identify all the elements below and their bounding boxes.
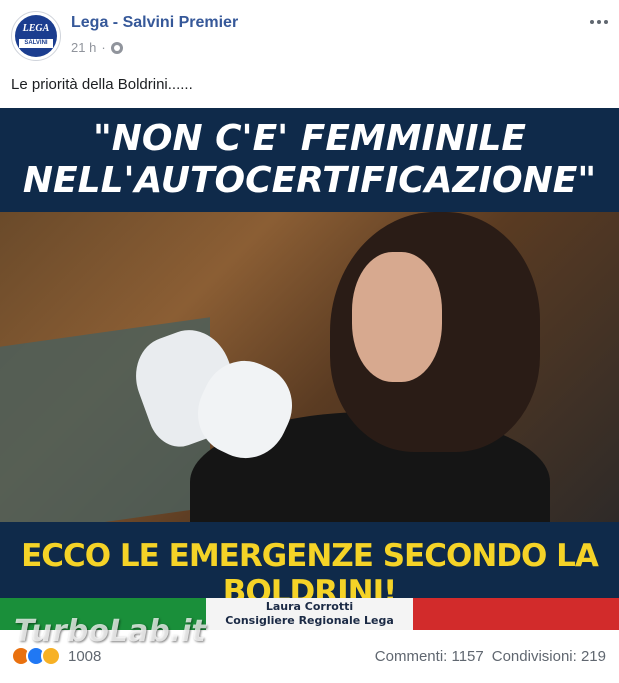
page-name-link[interactable]: Lega - Salvini Premier bbox=[71, 14, 238, 32]
quote-line-2: NELL'AUTOCERTIFICAZIONE" bbox=[22, 160, 597, 201]
sad-icon bbox=[41, 646, 61, 666]
globe-icon bbox=[110, 41, 123, 54]
signer-name: Laura Corrotti bbox=[265, 600, 354, 613]
reaction-count: 1008 bbox=[68, 647, 102, 665]
engagement-counts: Commenti: 1157 Condivisioni: 219 bbox=[375, 648, 606, 665]
meta-separator: · bbox=[101, 40, 106, 55]
person-face bbox=[352, 252, 442, 382]
page-avatar[interactable]: LEGA SALVINI bbox=[11, 11, 61, 61]
post-caption: Le priorità della Boldrini...... bbox=[11, 76, 193, 93]
headline-banner: ECCO LE EMERGENZE SECONDO LA BOLDRINI! bbox=[0, 522, 619, 610]
lega-logo: LEGA SALVINI bbox=[15, 15, 57, 57]
flag-white: Laura Corrotti Consigliere Regionale Leg… bbox=[206, 598, 413, 630]
more-options-icon[interactable] bbox=[586, 12, 612, 32]
quote-banner: "NON C'E' FEMMINILE NELL'AUTOCERTIFICAZI… bbox=[0, 108, 619, 212]
post-header: LEGA SALVINI Lega - Salvini Premier 21 h… bbox=[0, 0, 619, 70]
comments-count[interactable]: Commenti: 1157 bbox=[375, 648, 484, 665]
post-time[interactable]: 21 h bbox=[71, 40, 96, 55]
photo bbox=[0, 212, 619, 552]
reactions-summary[interactable]: 1008 bbox=[11, 646, 101, 666]
quote-line-1: "NON C'E' FEMMINILE bbox=[92, 118, 527, 159]
post-image[interactable]: "NON C'E' FEMMINILE NELL'AUTOCERTIFICAZI… bbox=[0, 108, 619, 630]
avatar-text: LEGA bbox=[22, 23, 50, 34]
avatar-subtext: SALVINI bbox=[19, 39, 53, 48]
shares-count[interactable]: Condivisioni: 219 bbox=[492, 648, 606, 665]
watermark: TurboLab.it bbox=[14, 614, 206, 649]
post-meta: 21 h · bbox=[71, 40, 123, 55]
signer-role: Consigliere Regionale Lega bbox=[225, 614, 394, 627]
flag-red bbox=[413, 598, 619, 630]
